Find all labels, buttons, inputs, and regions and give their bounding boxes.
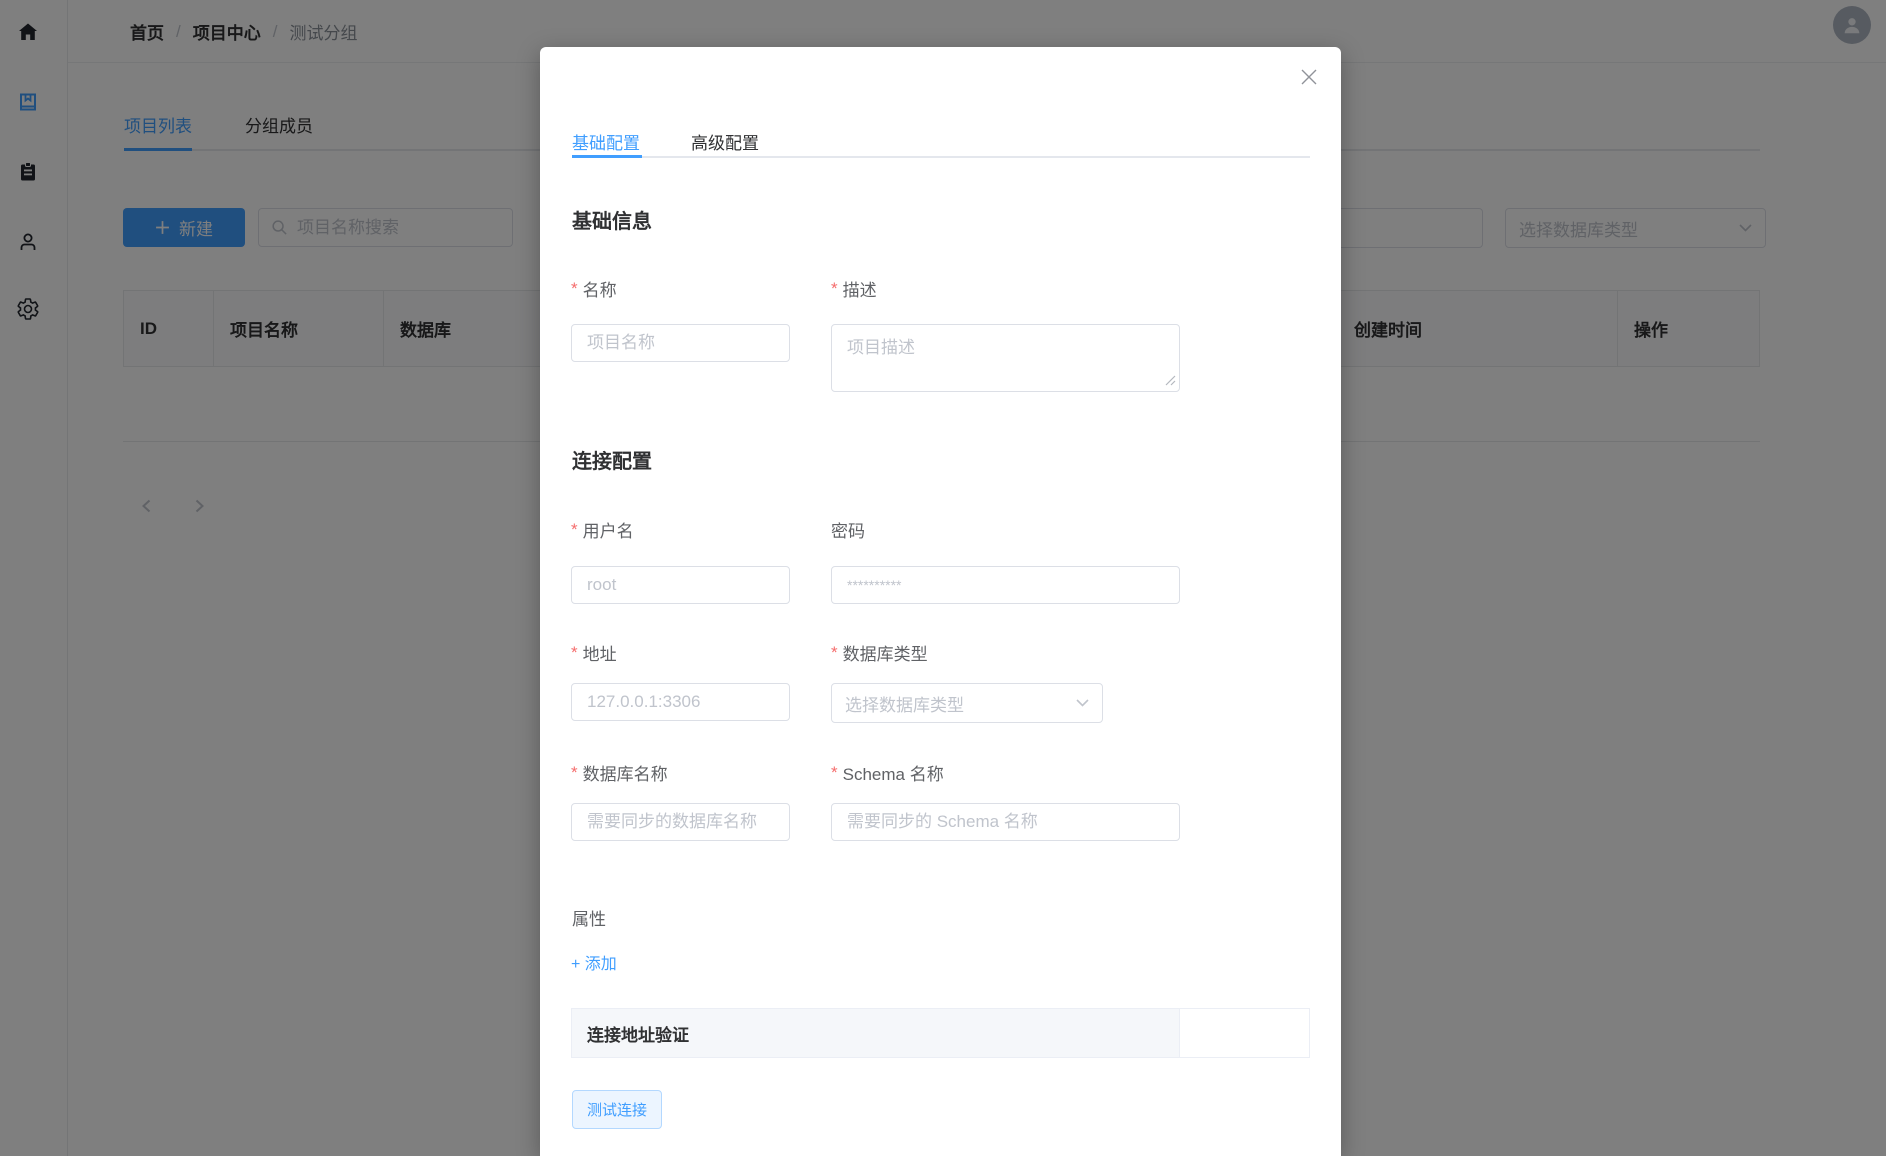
- username-input[interactable]: [571, 566, 790, 604]
- add-attribute-button[interactable]: + 添加: [571, 950, 617, 974]
- description-field: [831, 324, 1180, 392]
- dialog-close-button[interactable]: [1297, 65, 1321, 89]
- required-mark: *: [831, 643, 838, 663]
- attr-header-empty-cell: [1179, 1009, 1309, 1057]
- description-textarea[interactable]: [831, 324, 1180, 392]
- section-basic-info: 基础信息: [572, 205, 652, 234]
- project-config-dialog: 基础配置 高级配置 基础信息 * 名称 * 描述 连接配置 * 用户名 密码: [540, 47, 1341, 1156]
- field-label-password: 密码: [831, 517, 865, 542]
- field-label-name: * 名称: [571, 276, 617, 301]
- field-label-description: * 描述: [831, 276, 877, 301]
- address-input[interactable]: [571, 683, 790, 721]
- close-icon: [1300, 68, 1318, 86]
- password-input[interactable]: [831, 566, 1180, 604]
- field-label-username: * 用户名: [571, 517, 634, 542]
- required-mark: *: [831, 763, 838, 783]
- dialog-tab-advanced-config[interactable]: 高级配置: [691, 129, 759, 154]
- required-mark: *: [831, 279, 838, 299]
- test-connection-button[interactable]: 测试连接: [572, 1090, 662, 1129]
- section-attributes: 属性: [572, 905, 606, 930]
- chevron-down-icon: [1076, 699, 1089, 707]
- db-type-select-placeholder: 选择数据库类型: [845, 691, 964, 716]
- resize-grip-icon[interactable]: [1164, 374, 1176, 386]
- required-mark: *: [571, 520, 578, 540]
- schema-name-input[interactable]: [831, 803, 1180, 841]
- required-mark: *: [571, 763, 578, 783]
- dialog-tabs-divider: [572, 156, 1310, 158]
- field-label-address: * 地址: [571, 640, 617, 665]
- field-label-db-type: * 数据库类型: [831, 640, 928, 665]
- dialog-tab-basic-config[interactable]: 基础配置: [572, 129, 640, 154]
- db-type-select[interactable]: 选择数据库类型: [831, 683, 1103, 723]
- dialog-active-tab-indicator: [572, 155, 642, 158]
- section-connection-config: 连接配置: [572, 445, 652, 474]
- required-mark: *: [571, 279, 578, 299]
- attr-header-connection-validation: 连接地址验证: [572, 1009, 1179, 1057]
- db-name-input[interactable]: [571, 803, 790, 841]
- attributes-table: 连接地址验证: [571, 1008, 1310, 1058]
- screen: 首页 / 项目中心 / 测试分组 项目列表 分组成员 新建 选择数据库类型 ID…: [0, 0, 1886, 1156]
- field-label-db-name: * 数据库名称: [571, 760, 668, 785]
- field-label-schema-name: * Schema 名称: [831, 760, 944, 785]
- name-input[interactable]: [571, 324, 790, 362]
- required-mark: *: [571, 643, 578, 663]
